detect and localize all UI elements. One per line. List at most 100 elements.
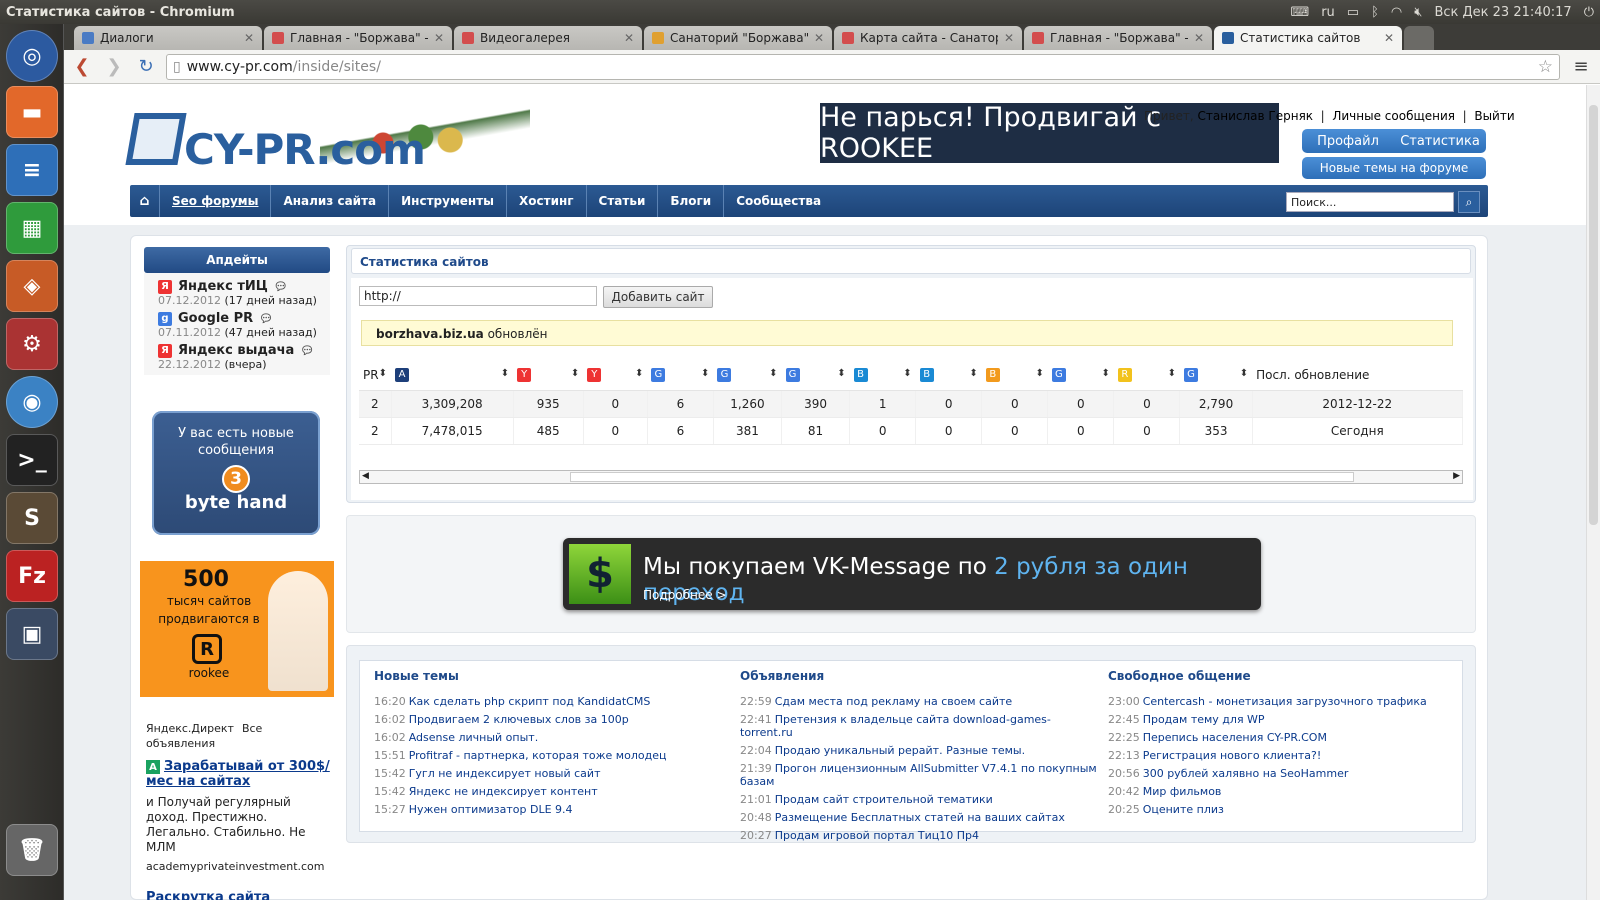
sort-icon[interactable]: ⬍ bbox=[1168, 368, 1176, 379]
topic-link[interactable]: Гугл не индексирует новый сайт bbox=[409, 767, 601, 780]
workspaces-icon[interactable]: ▣ bbox=[6, 608, 58, 660]
volume-icon[interactable]: 🔇︎ bbox=[1414, 5, 1422, 20]
topic-link[interactable]: Регистрация нового клиента?! bbox=[1143, 749, 1322, 762]
topic-link[interactable]: Прогон лицензионным AllSubmitter V7.4.1 … bbox=[740, 762, 1097, 788]
statistics-button[interactable]: Статистика bbox=[1394, 129, 1486, 153]
scroll-right-icon[interactable]: ▶ bbox=[1453, 471, 1460, 481]
close-tab-icon[interactable]: ✕ bbox=[624, 31, 634, 45]
yandex-direct-link[interactable]: Яндекс.Директ bbox=[146, 722, 234, 735]
google-column-header[interactable]: G ⬍ bbox=[1179, 360, 1253, 391]
bing-column-header[interactable]: B ⬍ bbox=[849, 360, 916, 391]
sublime-icon[interactable]: S bbox=[6, 492, 58, 544]
close-tab-icon[interactable]: ✕ bbox=[1004, 31, 1014, 45]
add-site-button[interactable]: Добавить сайт bbox=[603, 286, 713, 308]
terminal-icon[interactable]: >_ bbox=[6, 434, 58, 486]
topic-link[interactable]: Как сделать php скрипт под KandidatCMS bbox=[409, 695, 651, 708]
comment-icon[interactable]: 💬︎ bbox=[300, 344, 314, 357]
bookmark-star-icon[interactable]: ☆ bbox=[1538, 57, 1553, 77]
address-bar[interactable]: ▯ www.cy-pr.com/inside/sites/ ☆ bbox=[166, 53, 1560, 80]
horizontal-scrollbar[interactable]: ◀ ▶ bbox=[359, 470, 1463, 484]
back-arrow-icon[interactable]: ❮ bbox=[70, 55, 94, 79]
nav-site-analysis[interactable]: Анализ сайта bbox=[271, 185, 390, 217]
column-header[interactable]: PR ⬍ bbox=[359, 360, 392, 391]
topic-link[interactable]: Profitraf - партнерка, которая тоже моло… bbox=[409, 749, 667, 762]
calc-icon[interactable]: ▦ bbox=[6, 202, 58, 254]
topic-link[interactable]: Centercash - монетизация загрузочного тр… bbox=[1143, 695, 1427, 708]
topic-link[interactable]: 300 рублей халявно на SeoHammer bbox=[1143, 767, 1349, 780]
scrollbar-thumb[interactable] bbox=[570, 472, 1354, 482]
profile-button[interactable]: Профайл bbox=[1302, 129, 1394, 153]
topic-link[interactable]: Продам тему для WP bbox=[1143, 713, 1265, 726]
sort-icon[interactable]: ⬍ bbox=[701, 368, 709, 379]
battery-icon[interactable]: ▭ bbox=[1347, 5, 1359, 20]
google-column-header[interactable]: G ⬍ bbox=[781, 360, 850, 391]
table-row[interactable]: 2 7,478,015 485 0 6 381 81 0 0 0 0 0 353 Сегодня bbox=[359, 417, 1464, 445]
logout-link[interactable]: Выйти bbox=[1474, 109, 1514, 123]
topic-link[interactable]: Сдам места под рекламу на своем сайте bbox=[775, 695, 1012, 708]
topic-link[interactable]: Мир фильмов bbox=[1143, 785, 1222, 798]
topic-link[interactable]: Нужен оптимизатор DLE 9.4 bbox=[409, 803, 573, 816]
ad-title-link[interactable]: A Зарабатывай от 300$/мес на сайтах bbox=[146, 759, 332, 789]
vk-more-link[interactable]: Подробнее > bbox=[643, 588, 727, 602]
sort-icon[interactable]: ⬍ bbox=[501, 368, 509, 379]
browser-tab[interactable]: Видеогалерея ✕ bbox=[454, 26, 642, 50]
search-icon[interactable]: ⌕ bbox=[1458, 191, 1480, 213]
topic-link[interactable]: Продвигаем 2 ключевых слов за 100р bbox=[409, 713, 629, 726]
topic-link[interactable]: Яндекс не индексирует контент bbox=[409, 785, 598, 798]
ad-domain[interactable]: academyprivateinvestment.com bbox=[146, 859, 332, 874]
browser-tab[interactable]: Главная - "Боржава" - Сан✕ bbox=[264, 26, 452, 50]
username-link[interactable]: Станислав Герняк bbox=[1198, 109, 1314, 123]
table-row[interactable]: 2 3,309,208 935 0 6 1,260 390 1 0 0 0 0 2,790 2012-12… bbox=[359, 390, 1464, 418]
yandex-column-header[interactable]: Y ⬍ bbox=[513, 360, 584, 391]
comment-icon[interactable]: 💬︎ bbox=[259, 312, 273, 325]
vk-message-banner[interactable]: $ Мы покупаем VK-Message по 2 рубля за о… bbox=[563, 538, 1261, 610]
nav-articles[interactable]: Статьи bbox=[587, 185, 659, 217]
google-column-header[interactable]: G ⬍ bbox=[1047, 360, 1114, 391]
blogger-column-header[interactable]: B ⬍ bbox=[981, 360, 1048, 391]
nav-seo-forums[interactable]: Seo форумы bbox=[160, 185, 272, 217]
google-column-header[interactable]: G ⬍ bbox=[647, 360, 714, 391]
close-tab-icon[interactable]: ✕ bbox=[814, 31, 824, 45]
messages-link[interactable]: Личные сообщения bbox=[1332, 109, 1455, 123]
nav-communities[interactable]: Сообщества bbox=[724, 185, 833, 217]
bytehand-messages-widget[interactable]: У вас есть новые сообщения 3 byte hand bbox=[152, 411, 320, 535]
sort-icon[interactable]: ⬍ bbox=[1240, 368, 1248, 379]
sort-icon[interactable]: ⬍ bbox=[1035, 368, 1043, 379]
sort-icon[interactable]: ⬍ bbox=[769, 368, 777, 379]
settings-icon[interactable]: ⚙ bbox=[6, 318, 58, 370]
keyboard-layout[interactable]: ru bbox=[1321, 5, 1335, 20]
topic-link[interactable]: Претензия к владельце сайта download-gam… bbox=[740, 713, 1051, 739]
nav-tools[interactable]: Инструменты bbox=[389, 185, 507, 217]
topic-link[interactable]: Перепись населения CY-PR.COM bbox=[1143, 731, 1327, 744]
comment-icon[interactable]: 💬︎ bbox=[274, 280, 288, 293]
topic-link[interactable]: Продам игровой портал Тиц10 Пр4 bbox=[775, 829, 979, 842]
topic-link[interactable]: Размещение Бесплатных статей на ваших са… bbox=[775, 811, 1065, 824]
new-forum-topics-button[interactable]: Новые темы на форуме bbox=[1302, 157, 1486, 179]
sort-icon[interactable]: ⬍ bbox=[903, 368, 911, 379]
sort-icon[interactable]: ⬍ bbox=[1102, 368, 1110, 379]
writer-icon[interactable]: ≡ bbox=[6, 144, 58, 196]
vertical-scrollbar[interactable] bbox=[1586, 85, 1600, 900]
site-logo[interactable]: CY-PR.com bbox=[125, 103, 540, 183]
yandex-column-header[interactable]: Y ⬍ bbox=[583, 360, 648, 391]
close-tab-icon[interactable]: ✕ bbox=[434, 31, 444, 45]
files-icon[interactable]: ▬ bbox=[6, 86, 58, 138]
software-center-icon[interactable]: ◈ bbox=[6, 260, 58, 312]
sort-icon[interactable]: ⬍ bbox=[635, 368, 643, 379]
rookee-ad[interactable]: 500 тысяч сайтов продвигаются в R rookee bbox=[140, 561, 334, 697]
reload-icon[interactable]: ↻ bbox=[134, 55, 158, 79]
search-input[interactable]: Поиск... bbox=[1286, 192, 1454, 212]
nav-hosting[interactable]: Хостинг bbox=[507, 185, 587, 217]
browser-tab[interactable]: Санаторий "Боржава", За✕ bbox=[644, 26, 832, 50]
browser-tab[interactable]: Диалоги ✕ bbox=[74, 26, 262, 50]
sort-icon[interactable]: ⬍ bbox=[837, 368, 845, 379]
close-tab-icon[interactable]: ✕ bbox=[1194, 31, 1204, 45]
wifi-icon[interactable]: ◠ bbox=[1391, 5, 1402, 20]
topic-link[interactable]: Оцените плиз bbox=[1143, 803, 1224, 816]
topic-link[interactable]: Продам сайт строительной тематики bbox=[775, 793, 993, 806]
browser-tab[interactable]: Главная - "Боржава" - Сан✕ bbox=[1024, 26, 1212, 50]
browser-tab[interactable]: Карта сайта - Санаторий ✕ bbox=[834, 26, 1022, 50]
ad2-title-link[interactable]: Раскрутка сайта bbox=[146, 890, 332, 900]
ubuntu-logo-icon[interactable]: ◎ bbox=[6, 30, 58, 82]
scrollbar-thumb[interactable] bbox=[1589, 105, 1598, 525]
